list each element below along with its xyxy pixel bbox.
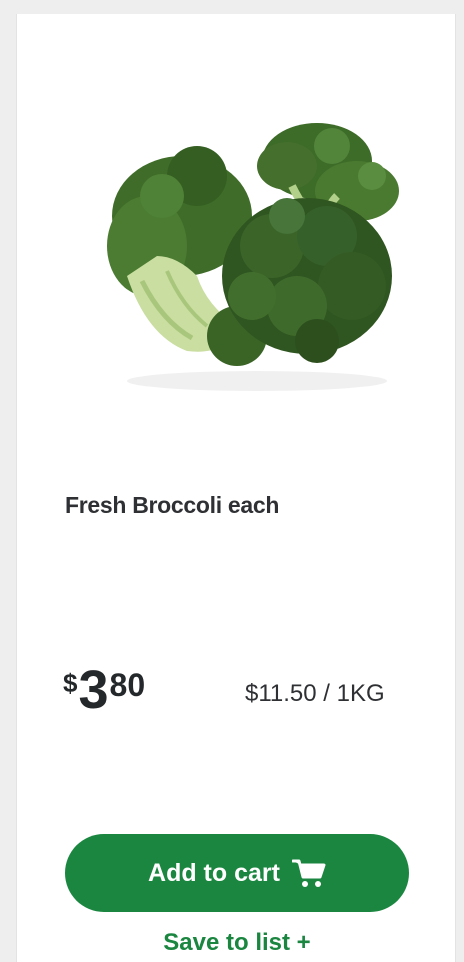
- unit-price: $11.50 / 1KG: [245, 680, 385, 707]
- price-currency-symbol: $: [63, 668, 78, 698]
- add-to-cart-label: Add to cart: [148, 858, 280, 887]
- save-to-list-link[interactable]: Save to list +: [17, 929, 457, 957]
- product-title[interactable]: Fresh Broccoli each: [65, 492, 279, 519]
- price-dollars: 3: [78, 660, 109, 720]
- broccoli-image[interactable]: [87, 106, 407, 396]
- cart-icon: [291, 858, 326, 888]
- product-card: Fresh Broccoli each $ 3 80 $11.50 / 1KG …: [16, 14, 456, 962]
- add-to-cart-button[interactable]: Add to cart: [65, 834, 409, 912]
- price-cents: 80: [109, 667, 146, 703]
- product-price: $ 3 80: [63, 660, 145, 720]
